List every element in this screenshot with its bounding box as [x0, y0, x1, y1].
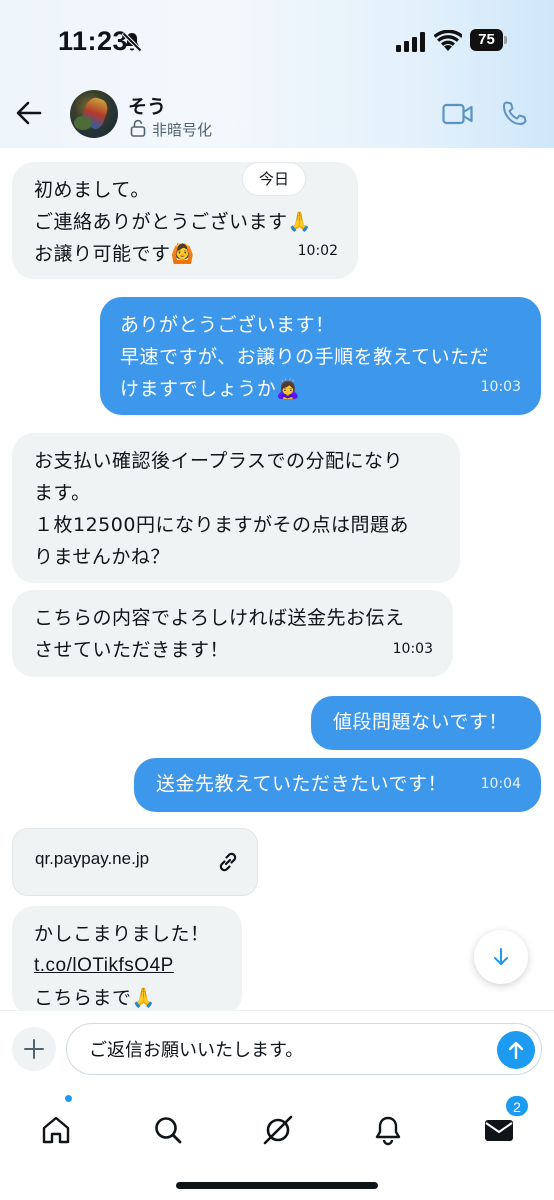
send-button[interactable]: [497, 1031, 535, 1069]
home-icon: [42, 1116, 70, 1144]
add-attachment-button[interactable]: [12, 1027, 56, 1071]
status-time: 11:23: [58, 26, 129, 56]
link-icon: [219, 852, 237, 872]
tab-grok[interactable]: [247, 1100, 307, 1160]
message-incoming[interactable]: 初めまして。 ご連絡ありがとうございます🙏 お譲り可能です🙆 10:02: [12, 162, 358, 279]
battery-indicator: 75: [470, 29, 508, 51]
bell-off-icon: [121, 31, 143, 53]
message-text: こちらの内容でよろしければ送金先お伝え させていただきます！: [34, 607, 405, 661]
message-text: 値段問題ないです！: [333, 711, 508, 733]
avatar[interactable]: [70, 90, 118, 138]
message-time: 10:03: [480, 379, 521, 395]
message-text: ありがとうございます！ 早速ですが、お譲りの手順を教えていただ けますでしょうか…: [120, 314, 490, 400]
battery-nub: [504, 36, 507, 44]
message-time: 10:04: [480, 776, 521, 792]
encryption-status: 非暗号化: [152, 121, 213, 139]
link-preview-card[interactable]: qr.paypay.ne.jp: [12, 828, 258, 896]
arrow-up-icon: [508, 1041, 524, 1060]
tab-notifications[interactable]: [357, 1100, 417, 1160]
message-line: かしこまりました！: [34, 923, 210, 945]
tab-home[interactable]: [25, 1100, 85, 1160]
message-input[interactable]: [89, 1032, 489, 1066]
plus-icon: [24, 1039, 44, 1059]
message-input-container: [66, 1023, 542, 1075]
message-line: こちらまで🙏: [34, 987, 156, 1009]
messages-badge: 2: [504, 1094, 530, 1118]
cellular-signal-icon: [396, 32, 425, 52]
scroll-to-bottom-button[interactable]: [474, 930, 528, 984]
home-indicator: [176, 1182, 378, 1189]
message-list[interactable]: 初めまして。 ご連絡ありがとうございます🙏 お譲り可能です🙆 10:02 今日 …: [0, 148, 554, 1010]
message-text: 送金先教えていただきたいです！: [156, 773, 447, 795]
message-outgoing[interactable]: 送金先教えていただきたいです！ 10:04: [134, 758, 541, 812]
home-unread-dot: [64, 1094, 73, 1103]
link-domain: qr.paypay.ne.jp: [35, 849, 150, 868]
message-text: お支払い確認後イープラスでの分配になり ます。 １枚12500円になりますがその…: [34, 450, 409, 568]
message-incoming[interactable]: こちらの内容でよろしければ送金先お伝え させていただきます！ 10:03: [12, 590, 453, 677]
wifi-icon: [434, 30, 462, 51]
day-separator: 今日: [242, 162, 307, 196]
unlock-icon: [130, 119, 146, 137]
phone-call-icon[interactable]: [500, 100, 528, 128]
message-outgoing[interactable]: 値段問題ないです！: [311, 696, 541, 750]
tab-search[interactable]: [137, 1100, 197, 1160]
message-composer: [0, 1010, 554, 1088]
bell-icon: [375, 1116, 401, 1146]
message-outgoing[interactable]: ありがとうございます！ 早速ですが、お譲りの手順を教えていただ けますでしょうか…: [100, 297, 541, 415]
arrow-down-icon: [494, 948, 508, 965]
video-call-icon[interactable]: [442, 102, 474, 126]
search-icon: [155, 1117, 182, 1144]
message-incoming[interactable]: お支払い確認後イープラスでの分配になり ます。 １枚12500円になりますがその…: [12, 433, 460, 583]
message-link[interactable]: t.co/lOTikfsO4P: [34, 950, 220, 982]
envelope-icon: [485, 1120, 513, 1141]
contact-name[interactable]: そう: [128, 92, 166, 119]
back-arrow-icon[interactable]: [14, 98, 44, 128]
conversation-header: そう 非暗号化: [0, 80, 554, 148]
message-incoming[interactable]: かしこまりました！ t.co/lOTikfsO4P こちらまで🙏: [12, 906, 242, 1010]
message-time: 10:02: [297, 243, 338, 259]
message-time: 10:03: [392, 641, 433, 657]
status-bar: 11:23 75: [0, 0, 554, 80]
grok-icon: [263, 1115, 293, 1145]
battery-level: 75: [470, 29, 503, 51]
